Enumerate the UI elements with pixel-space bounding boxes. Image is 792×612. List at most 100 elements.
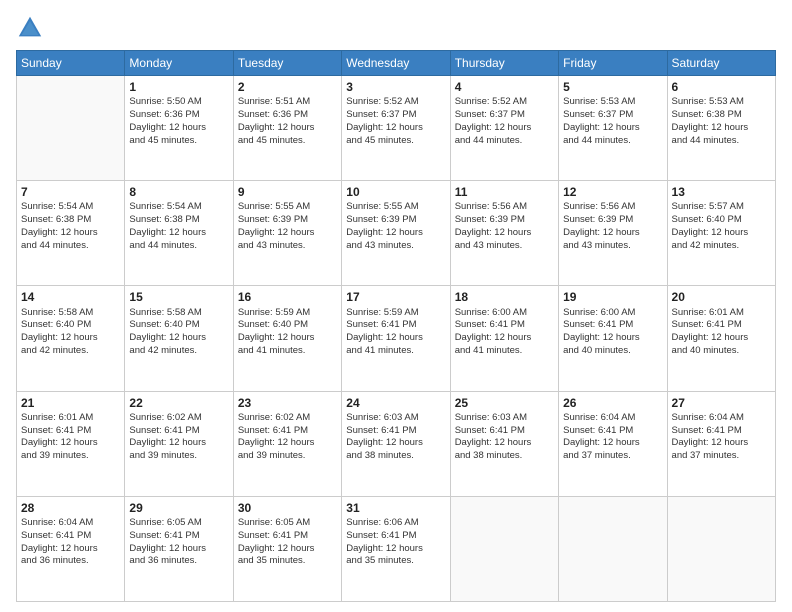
- day-info-line: Sunrise: 6:05 AM: [129, 517, 228, 530]
- week-row-4: 21Sunrise: 6:01 AMSunset: 6:41 PMDayligh…: [17, 391, 776, 496]
- day-info-line: Daylight: 12 hours: [672, 122, 771, 135]
- day-info-line: Sunrise: 6:00 AM: [455, 307, 554, 320]
- calendar-cell: 1Sunrise: 5:50 AMSunset: 6:36 PMDaylight…: [125, 76, 233, 181]
- day-info-line: Sunrise: 5:52 AM: [455, 96, 554, 109]
- calendar-cell: 6Sunrise: 5:53 AMSunset: 6:38 PMDaylight…: [667, 76, 775, 181]
- calendar-cell: 11Sunrise: 5:56 AMSunset: 6:39 PMDayligh…: [450, 181, 558, 286]
- weekday-monday: Monday: [125, 51, 233, 76]
- day-number: 5: [563, 79, 662, 95]
- day-info-line: Sunset: 6:41 PM: [346, 319, 445, 332]
- day-info-line: Sunrise: 5:51 AM: [238, 96, 337, 109]
- day-info-line: Daylight: 12 hours: [238, 332, 337, 345]
- day-number: 27: [672, 395, 771, 411]
- calendar-cell: 21Sunrise: 6:01 AMSunset: 6:41 PMDayligh…: [17, 391, 125, 496]
- day-info-line: Sunset: 6:39 PM: [346, 214, 445, 227]
- day-info-line: Daylight: 12 hours: [238, 543, 337, 556]
- calendar-cell: 3Sunrise: 5:52 AMSunset: 6:37 PMDaylight…: [342, 76, 450, 181]
- day-info-line: Sunrise: 5:53 AM: [563, 96, 662, 109]
- day-info-line: Sunrise: 5:50 AM: [129, 96, 228, 109]
- calendar-cell: 25Sunrise: 6:03 AMSunset: 6:41 PMDayligh…: [450, 391, 558, 496]
- day-number: 6: [672, 79, 771, 95]
- day-info-line: Sunrise: 6:00 AM: [563, 307, 662, 320]
- day-info-line: and 44 minutes.: [21, 240, 120, 253]
- day-number: 10: [346, 184, 445, 200]
- calendar-cell: 12Sunrise: 5:56 AMSunset: 6:39 PMDayligh…: [559, 181, 667, 286]
- calendar-cell: 7Sunrise: 5:54 AMSunset: 6:38 PMDaylight…: [17, 181, 125, 286]
- calendar-cell: 27Sunrise: 6:04 AMSunset: 6:41 PMDayligh…: [667, 391, 775, 496]
- day-info-line: Sunset: 6:38 PM: [672, 109, 771, 122]
- calendar-cell: 28Sunrise: 6:04 AMSunset: 6:41 PMDayligh…: [17, 496, 125, 601]
- day-info-line: Sunset: 6:40 PM: [672, 214, 771, 227]
- day-number: 29: [129, 500, 228, 516]
- day-info-line: and 35 minutes.: [238, 555, 337, 568]
- day-number: 8: [129, 184, 228, 200]
- day-info-line: Sunset: 6:41 PM: [129, 425, 228, 438]
- day-info-line: Sunset: 6:39 PM: [563, 214, 662, 227]
- day-info-line: Sunrise: 6:04 AM: [21, 517, 120, 530]
- day-info-line: Daylight: 12 hours: [455, 437, 554, 450]
- day-info-line: Sunrise: 5:55 AM: [238, 201, 337, 214]
- day-info-line: and 45 minutes.: [129, 135, 228, 148]
- day-info-line: and 44 minutes.: [129, 240, 228, 253]
- weekday-wednesday: Wednesday: [342, 51, 450, 76]
- calendar-cell: 14Sunrise: 5:58 AMSunset: 6:40 PMDayligh…: [17, 286, 125, 391]
- calendar-cell: 16Sunrise: 5:59 AMSunset: 6:40 PMDayligh…: [233, 286, 341, 391]
- day-info-line: Sunset: 6:39 PM: [238, 214, 337, 227]
- calendar-cell: [559, 496, 667, 601]
- day-info-line: Sunrise: 6:05 AM: [238, 517, 337, 530]
- day-info-line: Sunrise: 5:58 AM: [21, 307, 120, 320]
- day-info-line: Sunset: 6:40 PM: [238, 319, 337, 332]
- calendar-table: SundayMondayTuesdayWednesdayThursdayFrid…: [16, 50, 776, 602]
- weekday-thursday: Thursday: [450, 51, 558, 76]
- day-number: 12: [563, 184, 662, 200]
- day-info-line: Sunrise: 6:06 AM: [346, 517, 445, 530]
- day-number: 31: [346, 500, 445, 516]
- calendar-cell: 8Sunrise: 5:54 AMSunset: 6:38 PMDaylight…: [125, 181, 233, 286]
- day-number: 30: [238, 500, 337, 516]
- day-info-line: Daylight: 12 hours: [563, 122, 662, 135]
- day-info-line: and 44 minutes.: [455, 135, 554, 148]
- calendar-cell: 30Sunrise: 6:05 AMSunset: 6:41 PMDayligh…: [233, 496, 341, 601]
- day-info-line: and 42 minutes.: [672, 240, 771, 253]
- logo: [16, 14, 48, 42]
- day-info-line: and 36 minutes.: [129, 555, 228, 568]
- day-number: 11: [455, 184, 554, 200]
- day-info-line: and 43 minutes.: [455, 240, 554, 253]
- weekday-saturday: Saturday: [667, 51, 775, 76]
- day-info-line: Sunset: 6:41 PM: [238, 530, 337, 543]
- day-info-line: Sunset: 6:41 PM: [563, 319, 662, 332]
- day-number: 26: [563, 395, 662, 411]
- calendar-cell: 19Sunrise: 6:00 AMSunset: 6:41 PMDayligh…: [559, 286, 667, 391]
- day-number: 7: [21, 184, 120, 200]
- day-info-line: Daylight: 12 hours: [563, 227, 662, 240]
- day-info-line: Daylight: 12 hours: [129, 332, 228, 345]
- day-number: 17: [346, 289, 445, 305]
- day-info-line: Sunrise: 6:03 AM: [346, 412, 445, 425]
- day-info-line: and 38 minutes.: [455, 450, 554, 463]
- day-number: 28: [21, 500, 120, 516]
- day-info-line: Daylight: 12 hours: [563, 437, 662, 450]
- day-info-line: Daylight: 12 hours: [672, 332, 771, 345]
- day-info-line: Sunset: 6:37 PM: [346, 109, 445, 122]
- day-info-line: Sunset: 6:36 PM: [129, 109, 228, 122]
- day-info-line: and 39 minutes.: [21, 450, 120, 463]
- day-number: 15: [129, 289, 228, 305]
- day-number: 9: [238, 184, 337, 200]
- calendar-cell: 18Sunrise: 6:00 AMSunset: 6:41 PMDayligh…: [450, 286, 558, 391]
- day-info-line: Daylight: 12 hours: [21, 227, 120, 240]
- day-info-line: and 40 minutes.: [563, 345, 662, 358]
- day-info-line: Sunset: 6:41 PM: [238, 425, 337, 438]
- day-info-line: and 35 minutes.: [346, 555, 445, 568]
- day-info-line: and 45 minutes.: [238, 135, 337, 148]
- day-number: 1: [129, 79, 228, 95]
- day-number: 19: [563, 289, 662, 305]
- calendar-cell: 13Sunrise: 5:57 AMSunset: 6:40 PMDayligh…: [667, 181, 775, 286]
- day-info-line: Sunset: 6:37 PM: [563, 109, 662, 122]
- day-info-line: Daylight: 12 hours: [672, 227, 771, 240]
- day-info-line: Sunset: 6:37 PM: [455, 109, 554, 122]
- day-info-line: Daylight: 12 hours: [238, 227, 337, 240]
- day-number: 16: [238, 289, 337, 305]
- calendar-cell: 31Sunrise: 6:06 AMSunset: 6:41 PMDayligh…: [342, 496, 450, 601]
- day-info-line: Daylight: 12 hours: [346, 437, 445, 450]
- day-info-line: and 39 minutes.: [238, 450, 337, 463]
